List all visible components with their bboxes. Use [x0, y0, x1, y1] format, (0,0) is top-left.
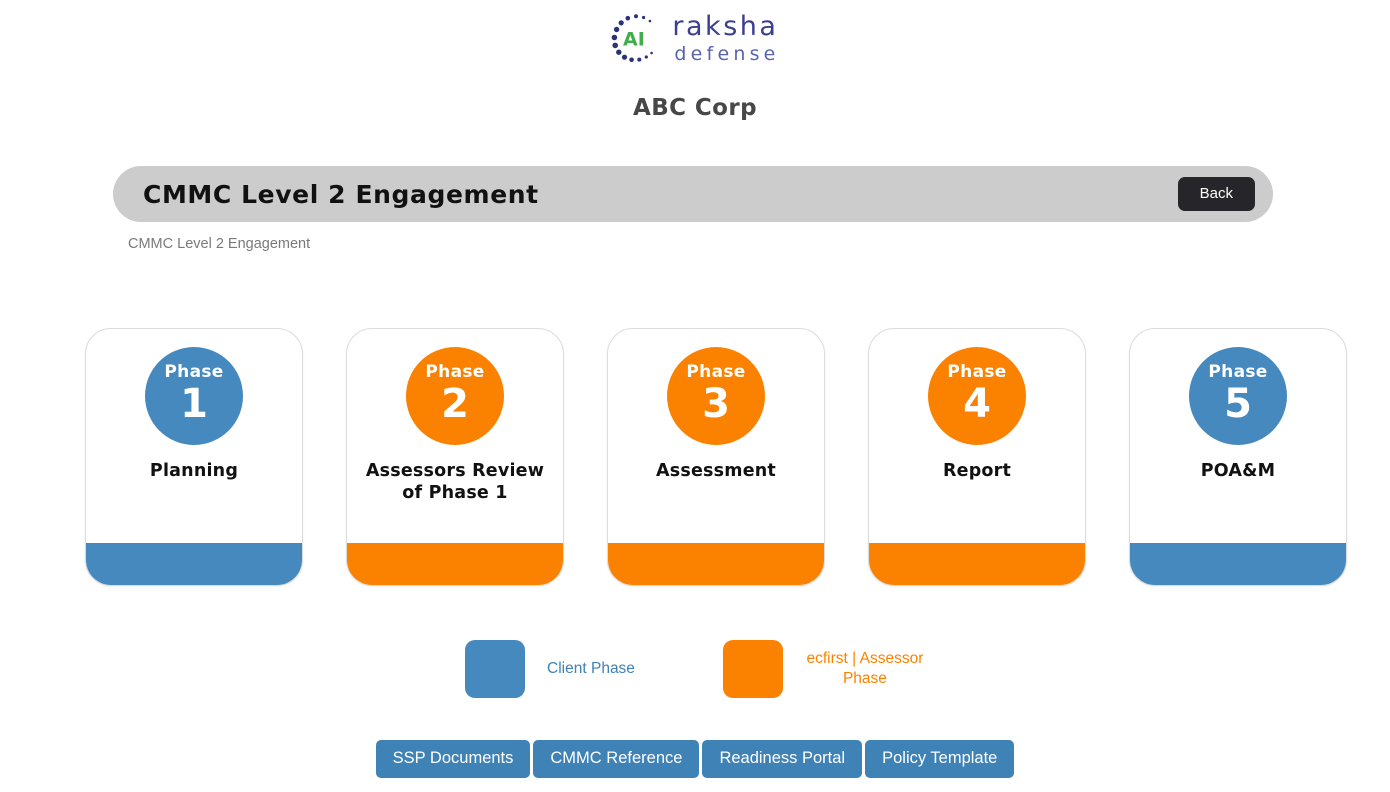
svg-text:AI: AI — [623, 29, 645, 51]
phase-footer-band — [869, 543, 1085, 585]
phase-number: 2 — [441, 381, 469, 427]
phase-badge: Phase 4 — [928, 347, 1026, 445]
phase-label: Report — [942, 461, 1012, 481]
phase-number: 1 — [180, 381, 208, 427]
phase-footer-band — [86, 543, 302, 585]
footer-button[interactable]: Readiness Portal — [702, 740, 863, 778]
phase-card[interactable]: Phase 2 Assessors Review of Phase 1 — [346, 328, 564, 586]
phase-number: 4 — [963, 381, 991, 427]
page-header: CMMC Level 2 Engagement Back CMMC Level … — [113, 166, 1273, 252]
back-button[interactable]: Back — [1177, 177, 1255, 211]
phase-word: Phase — [1208, 362, 1268, 382]
brand-header: AI raksha defense ABC Corp — [0, 0, 1390, 121]
phase-card[interactable]: Phase 1 Planning — [85, 328, 303, 586]
organization-name: ABC Corp — [633, 95, 757, 121]
logo-word-raksha: raksha — [672, 10, 779, 42]
phase-label: Assessors Review of Phase 1 — [365, 461, 545, 503]
phase-footer-band — [347, 543, 563, 585]
phase-label: POA&M — [1200, 461, 1276, 481]
phase-word: Phase — [686, 362, 746, 382]
phase-badge: Phase 5 — [1189, 347, 1287, 445]
footer-button-bar: SSP Documents CMMC Reference Readiness Por… — [0, 740, 1390, 778]
phase-footer-band — [608, 543, 824, 585]
phase-word: Phase — [164, 362, 224, 382]
legend-label: Client Phase — [547, 659, 635, 677]
logo[interactable]: AI raksha defense — [610, 12, 779, 64]
page-title: CMMC Level 2 Engagement — [143, 179, 539, 209]
phase-cards: Phase 1 Planning Phase 2 Assessors Review of … — [85, 328, 1347, 586]
phase-badge: Phase 1 — [145, 347, 243, 445]
breadcrumb: CMMC Level 2 Engagement — [128, 236, 311, 252]
legend-item: ecfirst | Assessor Phase — [722, 640, 925, 698]
phase-number: 3 — [702, 381, 730, 427]
phase-card[interactable]: Phase 4 Report — [868, 328, 1086, 586]
phase-card[interactable]: Phase 5 POA&M — [1129, 328, 1347, 586]
legend-swatch — [722, 640, 783, 698]
phase-number: 5 — [1224, 381, 1252, 427]
footer-button[interactable]: Policy Template — [865, 740, 1015, 778]
title-bar: CMMC Level 2 Engagement Back — [113, 166, 1273, 222]
footer-button[interactable]: CMMC Reference — [533, 740, 700, 778]
phase-label: Assessment — [655, 461, 776, 481]
phase-card[interactable]: Phase 3 Assessment — [607, 328, 825, 586]
ai-circle-dots-icon: AI — [610, 12, 662, 64]
legend-label: ecfirst | Assessor Phase — [806, 649, 924, 687]
phase-footer-band — [1130, 543, 1346, 585]
legend-item: Client Phase — [465, 640, 635, 698]
footer-button[interactable]: SSP Documents — [375, 740, 531, 778]
logo-wordmark: raksha defense — [672, 13, 779, 64]
phase-legend: Client Phase ecfirst | Assessor Phase — [0, 640, 1390, 698]
phase-label: Planning — [149, 461, 239, 481]
legend-swatch — [465, 640, 526, 698]
phase-badge: Phase 2 — [406, 347, 504, 445]
engagement-page: AI raksha defense ABC Corp CMMC Level 2 … — [0, 0, 1390, 792]
phase-word: Phase — [947, 362, 1007, 382]
phase-badge: Phase 3 — [667, 347, 765, 445]
logo-word-defense: defense — [674, 42, 780, 65]
phase-word: Phase — [425, 362, 485, 382]
